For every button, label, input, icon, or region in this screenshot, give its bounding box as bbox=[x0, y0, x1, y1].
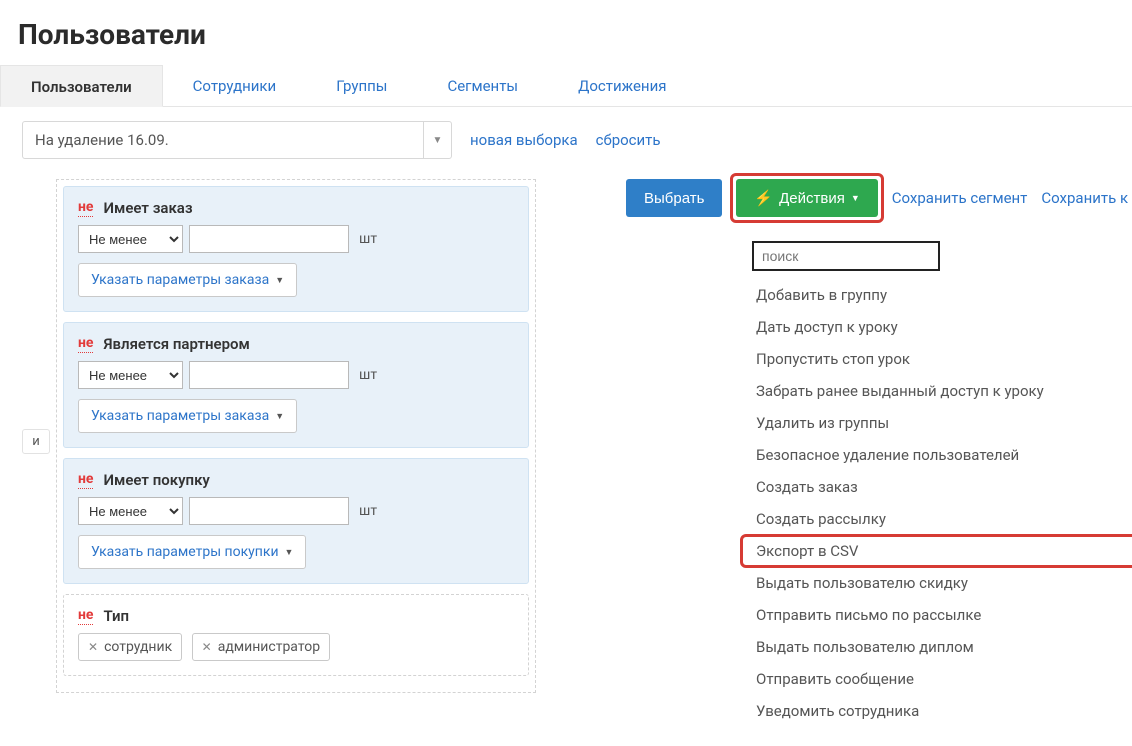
dropdown-item[interactable]: Добавить в группу bbox=[738, 279, 1132, 311]
dropdown-item[interactable]: Создать заказ bbox=[738, 471, 1132, 503]
tab-achievements[interactable]: Достижения bbox=[548, 65, 696, 106]
dropdown-item[interactable]: Пропустить стоп урок bbox=[738, 343, 1132, 375]
tabs-bar: Пользователи Сотрудники Группы Сегменты … bbox=[0, 65, 1132, 107]
select-button[interactable]: Выбрать bbox=[626, 179, 722, 217]
condition-title: Тип bbox=[103, 607, 129, 625]
condition-title: Является партнером bbox=[103, 335, 249, 353]
dropdown-item[interactable]: Отправить письмо по рассылке bbox=[738, 599, 1132, 631]
dropdown-search-input[interactable] bbox=[752, 241, 940, 271]
specify-order-params-button[interactable]: Указать параметры заказа ▼ bbox=[78, 263, 297, 297]
not-toggle[interactable]: не bbox=[78, 607, 93, 625]
actions-dropdown-menu: Добавить в группуДать доступ к урокуПроп… bbox=[738, 231, 1132, 739]
not-toggle[interactable]: не bbox=[78, 471, 93, 489]
unit-label: шт bbox=[359, 503, 377, 519]
saved-filter-text: На удаление 16.09. bbox=[23, 122, 423, 158]
tab-groups[interactable]: Группы bbox=[306, 65, 417, 106]
condition-is-partner: не Является партнером Не менее шт Указат… bbox=[63, 322, 529, 448]
chevron-down-icon: ▼ bbox=[423, 122, 451, 158]
tab-users[interactable]: Пользователи bbox=[0, 65, 163, 107]
saved-filter-select[interactable]: На удаление 16.09. ▼ bbox=[22, 121, 452, 159]
filter-bar: На удаление 16.09. ▼ новая выборка сброс… bbox=[0, 107, 1132, 159]
save-as-link[interactable]: Сохранить к bbox=[1041, 189, 1128, 207]
condition-has-order: не Имеет заказ Не менее шт Указать парам… bbox=[63, 186, 529, 312]
dropdown-item[interactable]: Экспорт в CSV bbox=[738, 535, 1132, 567]
dropdown-item[interactable]: Отправить сообщение bbox=[738, 663, 1132, 695]
dropdown-item[interactable]: Дать доступ к уроку bbox=[738, 311, 1132, 343]
unit-label: шт bbox=[359, 367, 377, 383]
condition-title: Имеет покупку bbox=[103, 471, 209, 489]
condition-title: Имеет заказ bbox=[103, 199, 192, 217]
dropdown-item[interactable]: Удалить из группы bbox=[738, 407, 1132, 439]
operator-select[interactable]: Не менее bbox=[78, 361, 183, 389]
dropdown-item[interactable]: Выдать пользователю скидку bbox=[738, 567, 1132, 599]
chevron-down-icon: ▼ bbox=[275, 275, 284, 286]
dropdown-item[interactable]: Забрать ранее выданный доступ к уроку bbox=[738, 375, 1132, 407]
chip-employee[interactable]: ✕ сотрудник bbox=[78, 633, 182, 661]
chevron-down-icon: ▼ bbox=[851, 193, 860, 203]
condition-has-purchase: не Имеет покупку Не менее шт Указать пар… bbox=[63, 458, 529, 584]
value-input[interactable] bbox=[189, 361, 349, 389]
dropdown-item[interactable]: Выдать пользователю диплом bbox=[738, 631, 1132, 663]
chevron-down-icon: ▼ bbox=[285, 547, 294, 558]
chevron-down-icon: ▼ bbox=[275, 411, 284, 422]
specify-purchase-params-button[interactable]: Указать параметры покупки ▼ bbox=[78, 535, 306, 569]
action-bar: Выбрать ⚡ Действия ▼ Сохранить сегмент С… bbox=[626, 179, 1132, 217]
reset-link[interactable]: сбросить bbox=[596, 131, 661, 149]
not-toggle[interactable]: не bbox=[78, 199, 93, 217]
close-icon[interactable]: ✕ bbox=[88, 640, 98, 654]
not-toggle[interactable]: не bbox=[78, 335, 93, 353]
value-input[interactable] bbox=[189, 497, 349, 525]
specify-order-params-button[interactable]: Указать параметры заказа ▼ bbox=[78, 399, 297, 433]
save-segment-link[interactable]: Сохранить сегмент bbox=[892, 189, 1028, 207]
tab-segments[interactable]: Сегменты bbox=[417, 65, 548, 106]
dropdown-item[interactable]: Создать рассылку bbox=[738, 503, 1132, 535]
new-selection-link[interactable]: новая выборка bbox=[470, 131, 578, 149]
conditions-column: не Имеет заказ Не менее шт Указать парам… bbox=[56, 179, 536, 693]
value-input[interactable] bbox=[189, 225, 349, 253]
operator-select[interactable]: Не менее bbox=[78, 497, 183, 525]
operator-select[interactable]: Не менее bbox=[78, 225, 183, 253]
right-column: Выбрать ⚡ Действия ▼ Сохранить сегмент С… bbox=[626, 179, 1132, 217]
actions-dropdown-button[interactable]: ⚡ Действия ▼ bbox=[736, 179, 877, 217]
page-title: Пользователи bbox=[0, 0, 1132, 65]
close-icon[interactable]: ✕ bbox=[202, 640, 212, 654]
bolt-icon: ⚡ bbox=[754, 189, 773, 207]
dropdown-item[interactable]: Безопасное удаление пользователей bbox=[738, 439, 1132, 471]
conjunction-badge[interactable]: и bbox=[22, 429, 50, 454]
dropdown-item[interactable]: Уведомить сотрудника bbox=[738, 695, 1132, 727]
condition-type: не Тип ✕ сотрудник ✕ администратор bbox=[63, 594, 529, 676]
chip-admin[interactable]: ✕ администратор bbox=[192, 633, 330, 661]
unit-label: шт bbox=[359, 231, 377, 247]
tab-employees[interactable]: Сотрудники bbox=[163, 65, 307, 106]
